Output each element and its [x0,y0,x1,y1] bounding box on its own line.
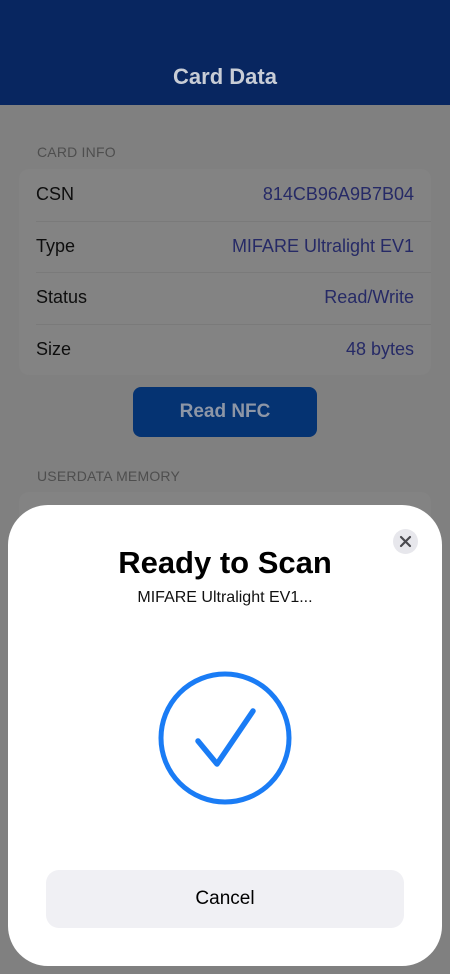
scan-status [158,671,292,805]
sheet-title: Ready to Scan [118,545,332,580]
row-value: 814CB96A9B7B04 [262,184,414,204]
row-label: Size [36,338,72,359]
card-info-row-type: Type MIFARE Ultralight EV1 [19,220,431,273]
card-info-row-size: Size 48 bytes [19,323,431,376]
row-label: CSN [36,184,75,204]
card-info-list: CSN 814CB96A9B7B04 Type MIFARE Ultraligh… [19,169,431,375]
card-info-section-label: CARD INFO [37,144,116,160]
userdata-section-label: USERDATA MEMORY [37,468,181,484]
checkmark-circle-icon [158,671,292,805]
cancel-button[interactable]: Cancel [46,870,404,928]
nfc-scan-sheet: Ready to Scan MIFARE Ultralight EV1... C… [8,505,442,966]
sheet-subtitle: MIFARE Ultralight EV1... [137,589,313,606]
row-value: 48 bytes [345,338,414,359]
nav-header: Card Data [0,0,450,105]
row-label: Status [36,287,88,307]
page-title: Card Data [173,64,277,89]
row-value: Read/Write [324,287,414,307]
row-value: MIFARE Ultralight EV1 [231,235,414,256]
row-label: Type [36,235,76,256]
card-info-row-csn: CSN 814CB96A9B7B04 [19,169,431,221]
read-nfc-button[interactable]: Read NFC [133,387,317,437]
card-info-row-status: Status Read/Write [19,272,431,324]
